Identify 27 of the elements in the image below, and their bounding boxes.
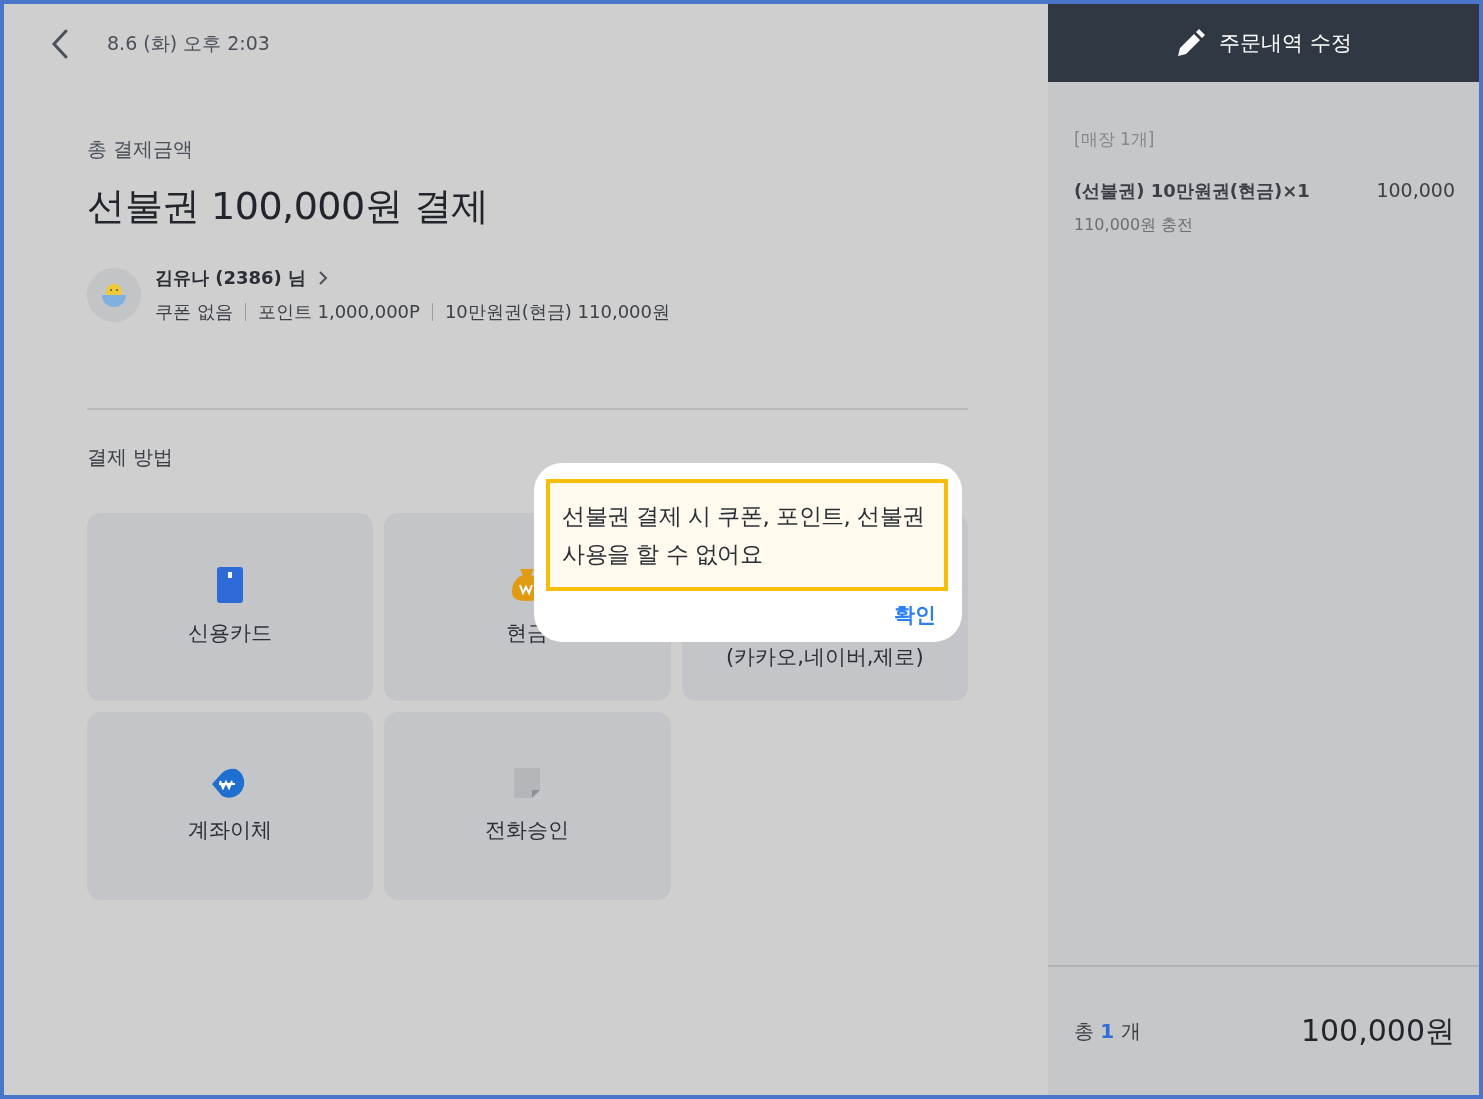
payment-headline: 선불권 100,000원 결제	[87, 183, 490, 230]
payment-method-button[interactable]: 신용카드	[87, 513, 374, 701]
pencil-icon	[1175, 29, 1206, 57]
confirm-button[interactable]: 확인	[894, 597, 936, 633]
section-title: 결제 방법	[87, 444, 175, 471]
item-count: 총 1 개	[1074, 1017, 1141, 1045]
back-button[interactable]	[51, 29, 69, 59]
edit-order-button[interactable]: 주문내역 수정	[1048, 4, 1479, 82]
item-name: (선불권) 10만원권(현금)×1	[1074, 179, 1310, 203]
chick-icon	[101, 282, 127, 308]
customer-name-link[interactable]: 김유나 (2386) 님	[155, 266, 671, 290]
date-time: 8.6 (화) 오후 2:03	[107, 31, 270, 56]
item-price: 100,000	[1376, 179, 1455, 203]
card-icon	[216, 567, 245, 603]
customer-detail: 10만원권(현금) 110,000원	[444, 300, 671, 324]
customer-detail: 쿠폰 없음	[155, 300, 233, 324]
document-icon	[512, 768, 543, 800]
total-label: 총 결제금액	[87, 136, 195, 163]
customer-detail: 포인트 1,000,000P	[257, 300, 420, 324]
payment-method-button[interactable]: 계좌이체	[87, 712, 374, 900]
order-group-label: [매장 1개]	[1074, 128, 1156, 151]
chevron-right-icon	[318, 270, 329, 286]
total-amount: 100,000원	[1300, 1011, 1455, 1050]
payment-method-button[interactable]: 전화승인	[384, 712, 671, 900]
back-icon	[51, 29, 69, 59]
item-note: 110,000원 충전	[1074, 215, 1195, 236]
alert-message: 선불권 결제 시 쿠폰, 포인트, 선불권 사용을 할 수 없어요	[546, 479, 948, 591]
